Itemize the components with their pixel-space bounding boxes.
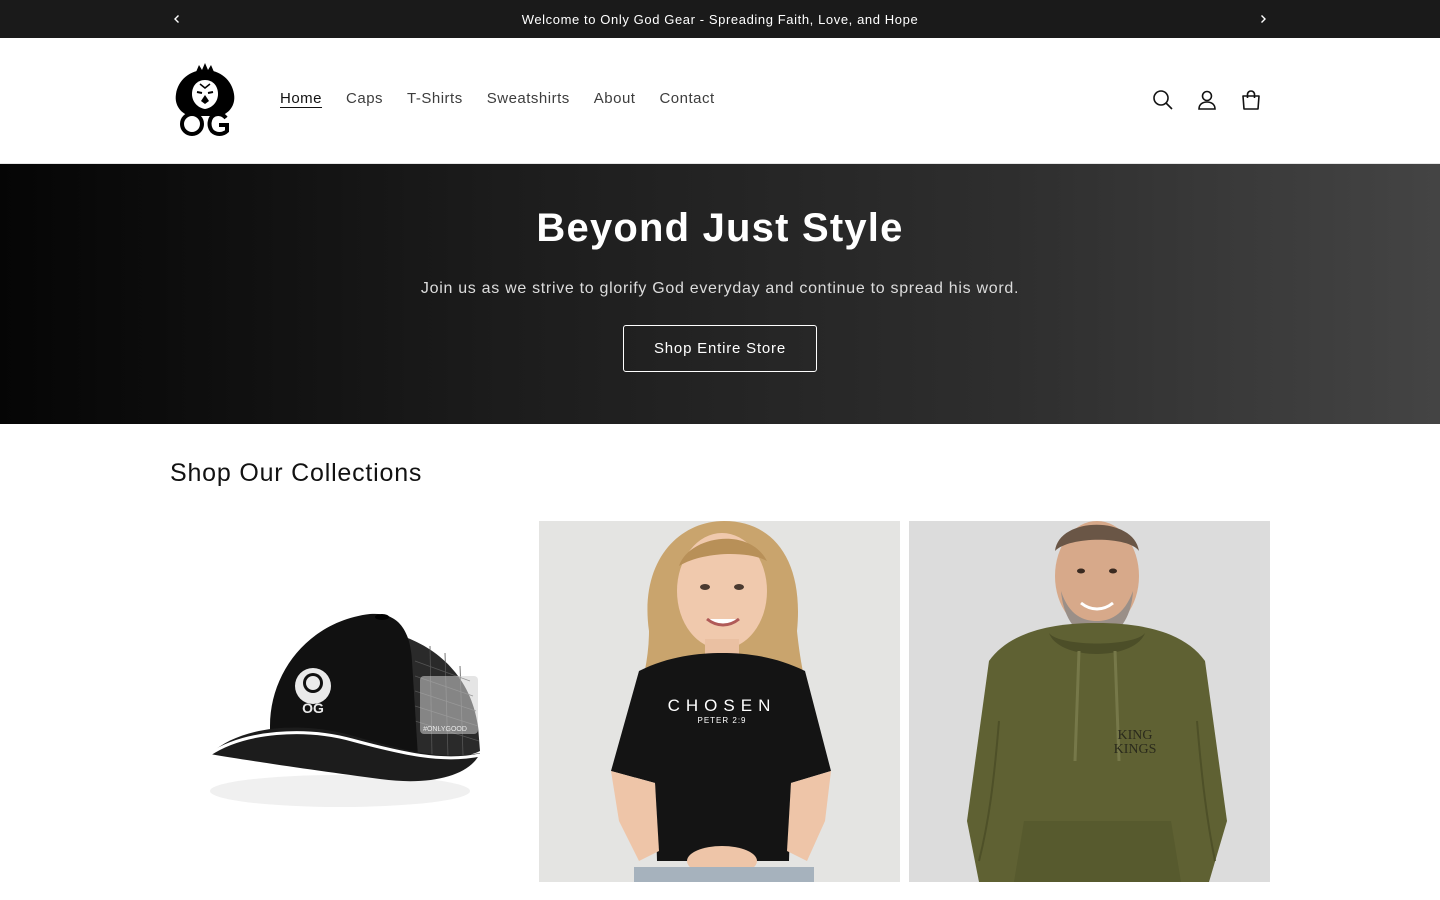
nav-caps[interactable]: Caps <box>334 88 395 109</box>
collection-card-t-shirts[interactable]: CHOSEN PETER 2:9 <box>539 521 900 882</box>
cap-print-text: #ONLYGOOD <box>423 726 467 733</box>
sweatshirt-model-image: KING KINGS <box>909 521 1270 882</box>
nav-t-shirts[interactable]: T-Shirts <box>395 88 475 109</box>
cap-product-image: OG #ONLYGOOD <box>209 613 481 807</box>
collection-card-caps[interactable]: OG #ONLYGOOD <box>170 521 531 882</box>
chevron-right-icon <box>1261 15 1266 23</box>
hero-subtitle: Join us as we strive to glorify God ever… <box>420 280 1020 297</box>
collections-heading: Shop Our Collections <box>170 459 423 487</box>
site-header: Home Caps T-Shirts Sweatshirts About Con… <box>0 38 1440 164</box>
announcement-next-button[interactable] <box>1253 9 1273 29</box>
main-nav: Home Caps T-Shirts Sweatshirts About Con… <box>268 88 727 109</box>
account-button[interactable] <box>1185 78 1229 122</box>
nav-home[interactable]: Home <box>268 88 334 109</box>
hero-banner: Beyond Just Style Join us as we strive t… <box>0 164 1440 424</box>
account-icon <box>1198 90 1216 110</box>
nav-contact[interactable]: Contact <box>647 88 726 109</box>
nav-sweatshirts[interactable]: Sweatshirts <box>475 88 582 109</box>
announcement-prev-button[interactable] <box>167 9 187 29</box>
collection-card-sweatshirts[interactable]: KING KINGS <box>909 521 1270 882</box>
hoodie-print-king: KING <box>1118 728 1153 743</box>
cart-icon <box>1242 90 1260 110</box>
header-actions <box>1141 78 1273 122</box>
t-shirt-print-chosen: CHOSEN <box>668 696 777 715</box>
chevron-left-icon <box>174 15 179 23</box>
search-button[interactable] <box>1141 78 1185 122</box>
nav-about[interactable]: About <box>582 88 648 109</box>
cart-button[interactable] <box>1229 78 1273 122</box>
search-icon <box>1153 90 1173 110</box>
announcement-message: Welcome to Only God Gear - Spreading Fai… <box>521 11 919 27</box>
lion-logo-icon <box>175 63 235 136</box>
hero-title: Beyond Just Style <box>536 206 904 250</box>
site-logo[interactable] <box>170 62 240 138</box>
shop-entire-store-button[interactable]: Shop Entire Store <box>623 325 817 372</box>
announcement-bar: Welcome to Only God Gear - Spreading Fai… <box>0 0 1440 38</box>
svg-text:OG: OG <box>302 700 324 716</box>
hoodie-print-kings: KINGS <box>1114 742 1157 757</box>
t-shirt-print-verse: PETER 2:9 <box>697 716 746 725</box>
t-shirt-model-image: CHOSEN PETER 2:9 <box>539 521 900 882</box>
